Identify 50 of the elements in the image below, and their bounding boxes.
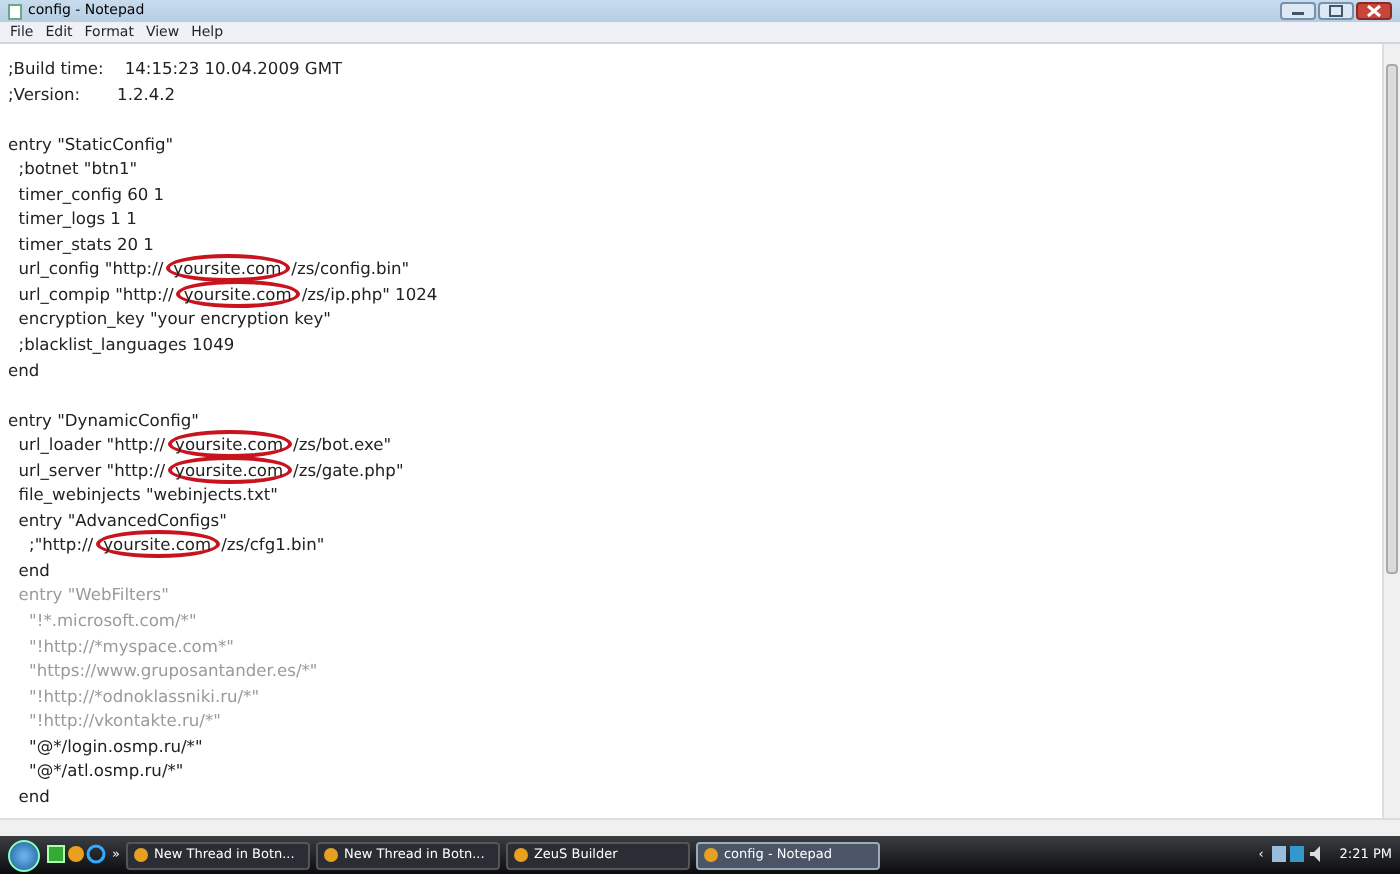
text-line: "@*/login.osmp.ru/*" (27, 735, 203, 756)
circled-text: yoursite.com (175, 279, 300, 308)
close-icon (1366, 4, 1382, 18)
text-line: encryption_key "your encryption key" (16, 308, 331, 329)
text-line: "!http://*myspace.com*" (27, 635, 234, 656)
text-span: /zs/cfg1.bin" (221, 534, 325, 555)
text-span: /zs/bot.exe" (293, 434, 392, 455)
notepad-icon (8, 3, 22, 19)
text-span: /zs/gate.php" (293, 459, 404, 480)
text-span: url_config "http:// (16, 258, 164, 279)
text-span: ;"http:// (27, 534, 94, 555)
text-line: entry "DynamicConfig" (8, 409, 199, 430)
quick-launch-icons[interactable] (46, 844, 106, 866)
vertical-scrollbar[interactable] (1382, 44, 1400, 818)
minimize-button[interactable] (1280, 2, 1316, 20)
minimize-icon (1290, 6, 1306, 16)
circled-text: yoursite.com (167, 455, 292, 484)
text-line: file_webinjects "webinjects.txt" (16, 484, 278, 505)
text-line: ;botnet "btn1" (16, 158, 138, 179)
text-line: end (16, 785, 50, 806)
text-line: timer_logs 1 1 (16, 208, 137, 229)
horizontal-scrollbar[interactable] (0, 818, 1400, 836)
text-line: entry "WebFilters" (16, 584, 169, 605)
circled-text: yoursite.com (95, 530, 220, 559)
close-button[interactable] (1356, 2, 1392, 20)
text-line: ;blacklist_languages 1049 (16, 334, 235, 355)
text-span: url_server "http:// (16, 459, 166, 480)
text-line: entry "StaticConfig" (8, 133, 174, 154)
text-line: end (8, 359, 40, 380)
text-span: /zs/config.bin" (291, 258, 410, 279)
text-line: timer_config 60 1 (16, 183, 165, 204)
text-line: "@*/atl.osmp.ru/*" (27, 760, 184, 781)
circled-text: yoursite.com (165, 254, 290, 283)
text-line: end (16, 559, 50, 580)
text-line: "!http://*odnoklassniki.ru/*" (27, 685, 260, 706)
text-line: "!http://vkontakte.ru/*" (27, 710, 221, 731)
text-span: /zs/ip.php" 1024 (301, 283, 438, 304)
maximize-icon (1328, 4, 1344, 18)
text-span: url_compip "http:// (16, 283, 174, 304)
text-span: url_loader "http:// (16, 434, 166, 455)
text-line: ;Version: 1.2.4.2 (8, 83, 176, 104)
text-line: ;Build time: 14:15:23 10.04.2009 GMT (8, 58, 343, 78)
text-line: "!*.microsoft.com/*" (27, 610, 197, 631)
tray-icons[interactable] (1269, 844, 1322, 866)
start-button[interactable] (8, 839, 40, 871)
maximize-button[interactable] (1318, 2, 1354, 20)
text-line: "https://www.gruposantander.es/*" (27, 660, 318, 681)
text-line: timer_stats 20 1 (16, 233, 154, 254)
circled-text: yoursite.com (167, 430, 292, 459)
text-line: entry "AdvancedConfigs" (16, 509, 227, 530)
